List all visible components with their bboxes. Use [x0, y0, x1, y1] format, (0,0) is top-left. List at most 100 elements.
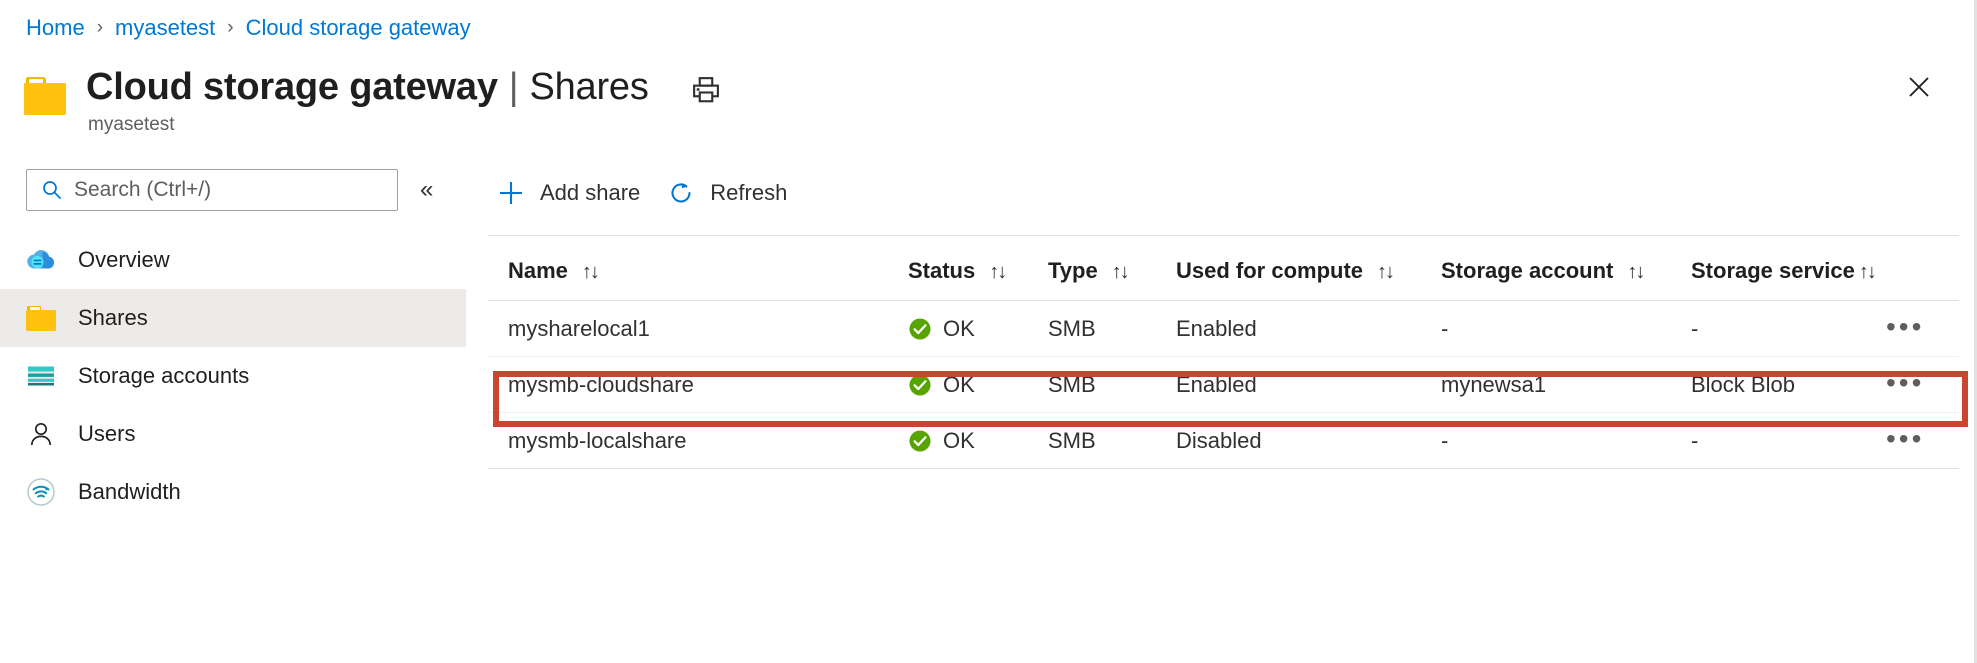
cell-storage-account: - [1421, 412, 1671, 469]
search-input[interactable] [72, 177, 372, 203]
azure-portal-blade: Home › myasetest › Cloud storage gateway… [0, 0, 1977, 663]
folder-icon [24, 77, 66, 115]
column-header-storage-account[interactable]: Storage account ↑↓ [1421, 235, 1671, 301]
cell-storage-service: - [1671, 412, 1866, 469]
cell-storage-account: mynewsa1 [1421, 356, 1671, 413]
sort-toggle-icon[interactable]: ↑↓ [1859, 261, 1877, 284]
plus-icon [496, 178, 526, 208]
command-bar: Add share Refresh [466, 165, 1971, 221]
sidebar-item-bandwidth[interactable]: Bandwidth [0, 463, 466, 521]
sort-toggle-icon[interactable]: ↑↓ [1112, 261, 1130, 284]
sidebar-search-row: « [0, 165, 466, 215]
cell-actions: ••• [1866, 300, 1959, 357]
cell-storage-account: - [1421, 300, 1671, 357]
sort-toggle-icon[interactable]: ↑↓ [1377, 261, 1395, 284]
sidebar-nav-list: Overview Shares Storage accounts Users B… [0, 231, 466, 521]
storage-account-icon [26, 361, 56, 391]
add-share-label: Add share [540, 180, 641, 205]
shares-table-container: Name ↑↓ Status ↑↓ Type ↑↓ Used for compu… [488, 235, 1959, 469]
column-label: Storage account [1441, 258, 1614, 283]
success-check-icon [908, 373, 932, 397]
bandwidth-icon [26, 477, 56, 507]
cell-type: SMB [1028, 412, 1156, 469]
table-row[interactable]: mysmb-localshare OK SMB Disabled - - ••• [488, 412, 1959, 469]
breadcrumb-item-home[interactable]: Home [26, 14, 85, 42]
blade-sidebar: « Overview [0, 165, 466, 663]
cell-used-for-compute: Enabled [1156, 356, 1421, 413]
sidebar-item-label: Users [78, 421, 136, 446]
search-icon [41, 179, 63, 201]
table-row[interactable]: mysmb-cloudshare OK SMB Enabled mynewsa1… [488, 356, 1959, 413]
page-title-subpage: Shares [529, 66, 649, 108]
column-header-type[interactable]: Type ↑↓ [1028, 235, 1156, 301]
sidebar-item-label: Overview [78, 247, 170, 272]
user-icon [26, 419, 56, 449]
status-label: OK [943, 315, 975, 341]
blade-header: Cloud storage gateway | Shares myasetest [24, 66, 721, 136]
print-icon[interactable] [691, 76, 721, 104]
column-label: Type [1048, 258, 1098, 283]
cell-actions: ••• [1866, 412, 1959, 469]
status-label: OK [943, 371, 975, 397]
column-label: Storage service [1691, 258, 1855, 283]
cloud-icon [26, 245, 56, 275]
cell-used-for-compute: Disabled [1156, 412, 1421, 469]
row-context-menu-icon[interactable]: ••• [1886, 312, 1924, 340]
breadcrumb-item-cloud-storage-gateway[interactable]: Cloud storage gateway [246, 14, 471, 42]
sort-toggle-icon[interactable]: ↑↓ [582, 261, 600, 284]
breadcrumb-separator-icon: › [96, 17, 104, 38]
add-share-button[interactable]: Add share [496, 172, 648, 214]
cell-type: SMB [1028, 356, 1156, 413]
cell-name[interactable]: mysmb-localshare [488, 412, 888, 469]
column-label: Name [508, 258, 568, 283]
cell-status: OK [888, 300, 1028, 357]
sidebar-item-label: Shares [78, 305, 148, 330]
sidebar-item-storage-accounts[interactable]: Storage accounts [0, 347, 466, 405]
table-header-row: Name ↑↓ Status ↑↓ Type ↑↓ Used for compu… [488, 235, 1959, 301]
cell-name[interactable]: mysmb-cloudshare [488, 356, 888, 413]
folder-icon [26, 303, 56, 333]
sidebar-item-label: Bandwidth [78, 479, 181, 504]
page-title-separator: | [508, 66, 519, 108]
breadcrumb-item-myasetest[interactable]: myasetest [115, 14, 215, 42]
sort-toggle-icon[interactable]: ↑↓ [1627, 261, 1645, 284]
column-header-storage-service[interactable]: Storage service ↑↓ [1671, 235, 1877, 301]
status-label: OK [943, 427, 975, 453]
sidebar-item-label: Storage accounts [78, 363, 250, 388]
search-box[interactable] [26, 169, 398, 211]
shares-table: Name ↑↓ Status ↑↓ Type ↑↓ Used for compu… [488, 235, 1959, 469]
success-check-icon [908, 429, 932, 453]
cell-used-for-compute: Enabled [1156, 300, 1421, 357]
refresh-icon [666, 178, 696, 208]
cell-status: OK [888, 356, 1028, 413]
cell-storage-service: Block Blob [1671, 356, 1866, 413]
success-check-icon [908, 317, 932, 341]
sidebar-item-shares[interactable]: Shares [0, 289, 466, 347]
column-header-actions [1866, 235, 1959, 301]
table-row[interactable]: mysharelocal1 OK SMB Enabled - - ••• [488, 300, 1959, 357]
refresh-label: Refresh [710, 180, 788, 205]
resource-subtitle: myasetest [88, 114, 175, 135]
cell-type: SMB [1028, 300, 1156, 357]
breadcrumb: Home › myasetest › Cloud storage gateway [26, 14, 471, 42]
cell-status: OK [888, 412, 1028, 469]
blade-content: Add share Refresh Name ↑↓ Status ↑↓ Type… [466, 165, 1971, 663]
column-label: Used for compute [1176, 258, 1364, 283]
column-label: Status [908, 258, 976, 283]
cell-storage-service: - [1671, 300, 1866, 357]
cell-name[interactable]: mysharelocal1 [488, 300, 888, 357]
page-title: Cloud storage gateway | Shares [86, 66, 649, 109]
column-header-name[interactable]: Name ↑↓ [488, 235, 888, 301]
sidebar-item-overview[interactable]: Overview [0, 231, 466, 289]
page-title-resource: Cloud storage gateway [86, 66, 498, 108]
sort-toggle-icon[interactable]: ↑↓ [989, 261, 1007, 284]
row-context-menu-icon[interactable]: ••• [1886, 424, 1924, 452]
column-header-used-for-compute[interactable]: Used for compute ↑↓ [1156, 235, 1421, 301]
sidebar-item-users[interactable]: Users [0, 405, 466, 463]
breadcrumb-separator-icon: › [227, 17, 234, 38]
chevron-double-left-icon[interactable]: « [420, 178, 433, 202]
row-context-menu-icon[interactable]: ••• [1886, 368, 1924, 396]
column-header-status[interactable]: Status ↑↓ [888, 235, 1028, 301]
refresh-button[interactable]: Refresh [666, 172, 795, 214]
close-icon[interactable] [1902, 70, 1936, 104]
